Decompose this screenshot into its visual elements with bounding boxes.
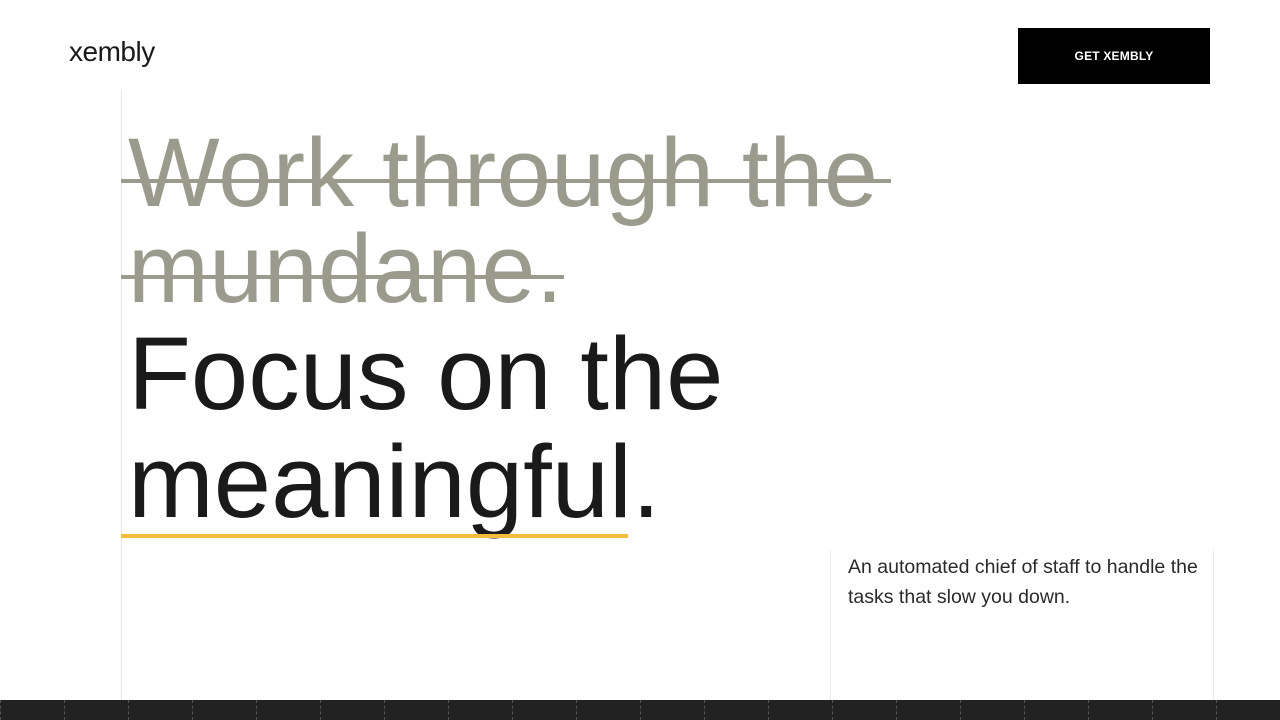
focus-headline-line-2: meaningful. bbox=[128, 424, 661, 539]
footer-grid-tick bbox=[1088, 700, 1090, 720]
footer-grid-tick bbox=[448, 700, 450, 720]
footer-grid-tick bbox=[1024, 700, 1026, 720]
accent-underline bbox=[121, 534, 628, 538]
footer-bar bbox=[0, 700, 1280, 720]
footer-grid-tick bbox=[512, 700, 514, 720]
footer-grid-tick bbox=[128, 700, 130, 720]
footer-grid-tick bbox=[704, 700, 706, 720]
footer-grid-tick bbox=[576, 700, 578, 720]
footer-grid-tick bbox=[384, 700, 386, 720]
get-xembly-button[interactable]: GET XEMBLY bbox=[1018, 28, 1210, 84]
hero-description: An automated chief of staff to handle th… bbox=[848, 556, 1198, 608]
focus-headline-line-1: Focus on the bbox=[128, 316, 724, 431]
footer-grid-tick bbox=[832, 700, 834, 720]
footer-grid-tick bbox=[768, 700, 770, 720]
footer-grid-tick bbox=[896, 700, 898, 720]
strikethrough-line-2 bbox=[121, 275, 564, 279]
footer-grid-tick bbox=[1216, 700, 1218, 720]
footer-grid-tick bbox=[256, 700, 258, 720]
footer-grid-tick bbox=[192, 700, 194, 720]
footer-grid-tick bbox=[960, 700, 962, 720]
footer-grid-tick bbox=[0, 700, 2, 720]
strikethrough-line-1 bbox=[121, 179, 891, 183]
struck-headline-line-1: Work through the bbox=[128, 118, 879, 227]
footer-grid-tick bbox=[320, 700, 322, 720]
footer-grid-tick bbox=[64, 700, 66, 720]
footer-grid-tick bbox=[640, 700, 642, 720]
struck-headline-line-2: mundane. bbox=[128, 214, 564, 323]
xembly-logo[interactable]: xembly bbox=[69, 38, 155, 66]
description-panel: An automated chief of staff to handle th… bbox=[830, 550, 1214, 700]
footer-grid-tick bbox=[1152, 700, 1154, 720]
